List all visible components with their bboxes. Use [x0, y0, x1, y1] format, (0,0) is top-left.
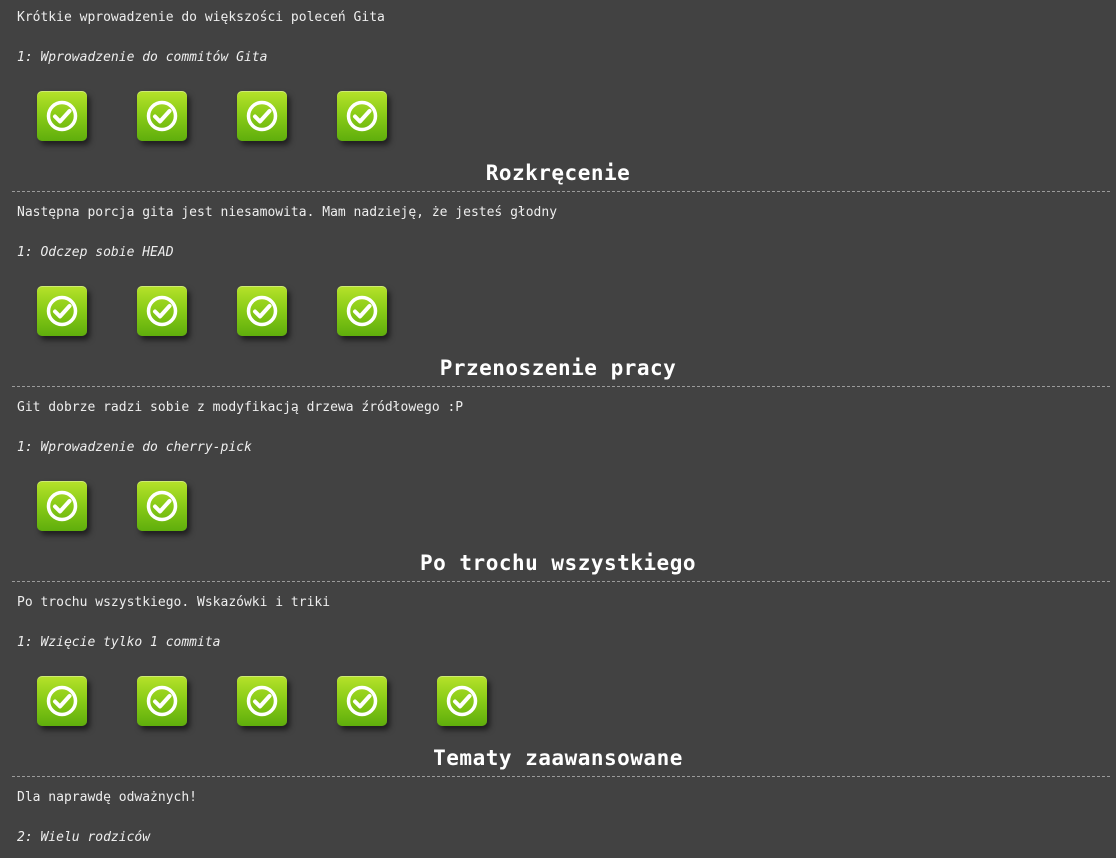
level-button[interactable]	[237, 286, 287, 336]
level-button[interactable]	[137, 676, 187, 726]
level-button[interactable]	[137, 286, 187, 336]
level-icons-row	[37, 286, 387, 338]
level-button[interactable]	[337, 676, 387, 726]
section-divider	[12, 776, 1110, 777]
level-name: 2: Wielu rodziców	[17, 830, 151, 845]
section-divider	[12, 191, 1110, 192]
level-button[interactable]	[37, 676, 87, 726]
section-description: Dla naprawdę odważnych!	[17, 790, 198, 805]
checkmark-icon	[146, 490, 178, 522]
section-divider	[12, 386, 1110, 387]
level-icons-row	[37, 91, 387, 143]
checkmark-icon	[146, 685, 178, 717]
level-button[interactable]	[37, 481, 87, 531]
checkmark-icon	[346, 295, 378, 327]
section-title: Przenoszenie pracy	[439, 356, 677, 380]
checkmark-icon	[446, 685, 478, 717]
level-button[interactable]	[437, 676, 487, 726]
level-button[interactable]	[137, 91, 187, 141]
section-title: Po trochu wszystkiego	[419, 551, 696, 575]
level-button[interactable]	[37, 286, 87, 336]
section-divider	[12, 581, 1110, 582]
section-description: Następna porcja gita jest niesamowita. M…	[17, 205, 558, 220]
section-title: Tematy zaawansowane	[433, 746, 683, 770]
checkmark-icon	[246, 295, 278, 327]
level-button[interactable]	[337, 91, 387, 141]
checkmark-icon	[46, 685, 78, 717]
section-description: Krótkie wprowadzenie do większości polec…	[17, 10, 385, 25]
level-button[interactable]	[237, 91, 287, 141]
level-name: 1: Wzięcie tylko 1 commita	[17, 635, 221, 650]
level-button[interactable]	[237, 676, 287, 726]
checkmark-icon	[46, 295, 78, 327]
checkmark-icon	[346, 685, 378, 717]
level-icons-row	[37, 676, 487, 728]
checkmark-icon	[346, 100, 378, 132]
section-description: Git dobrze radzi sobie z modyfikacją drz…	[17, 400, 464, 415]
level-selector: Krótkie wprowadzenie do większości polec…	[0, 0, 1116, 858]
level-name: 1: Odczep sobie HEAD	[17, 245, 174, 260]
section-description: Po trochu wszystkiego. Wskazówki i triki	[17, 595, 331, 610]
checkmark-icon	[46, 490, 78, 522]
level-name: 1: Wprowadzenie do commitów Gita	[17, 50, 268, 65]
section-title: Rozkręcenie	[485, 161, 631, 185]
checkmark-icon	[146, 100, 178, 132]
level-icons-row	[37, 481, 187, 533]
level-button[interactable]	[137, 481, 187, 531]
checkmark-icon	[246, 685, 278, 717]
checkmark-icon	[246, 100, 278, 132]
level-name: 1: Wprowadzenie do cherry-pick	[17, 440, 252, 455]
checkmark-icon	[46, 100, 78, 132]
checkmark-icon	[146, 295, 178, 327]
level-button[interactable]	[337, 286, 387, 336]
level-button[interactable]	[37, 91, 87, 141]
